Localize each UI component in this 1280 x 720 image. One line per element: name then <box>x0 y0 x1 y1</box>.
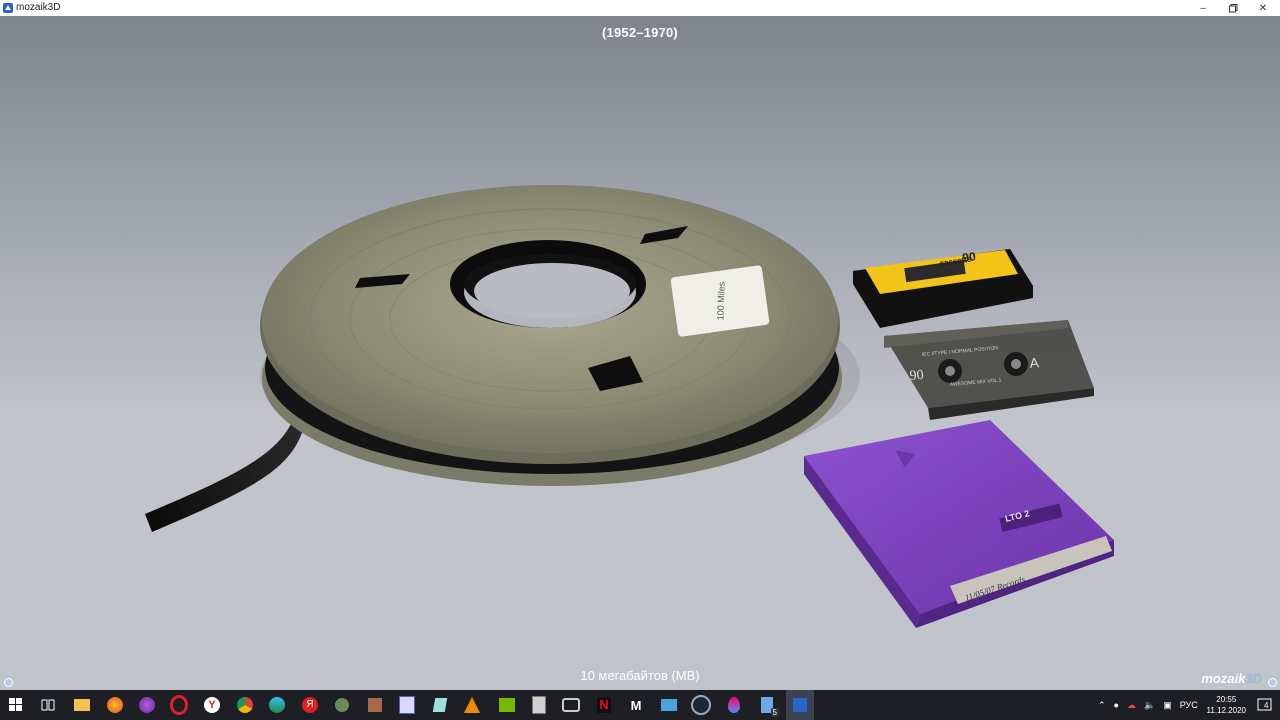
system-tray: ⌃ ● ☁ 🔈 ▣ РУС <box>1098 690 1198 720</box>
mozaik-taskbar-icon <box>793 698 807 712</box>
yandex-browser-icon: Я <box>302 697 318 713</box>
app-drop-icon <box>728 697 740 713</box>
prev-nav-dot[interactable] <box>4 678 13 687</box>
brand-text: mozaik <box>1201 671 1246 686</box>
scene-canvas: 100 Miles cassette 90 90 A IEC I/TYPE I … <box>145 185 1114 628</box>
app-icon-4 <box>432 698 448 712</box>
opera-icon <box>170 695 188 715</box>
taskbar-nvidia[interactable] <box>497 695 517 715</box>
reel-label-text: 100 Miles <box>715 281 726 320</box>
window-titlebar: mozaik3D – ✕ <box>0 0 1280 17</box>
taskbar-vlc[interactable] <box>462 695 482 715</box>
task-view-icon <box>41 699 55 711</box>
taskbar-badge: 5 <box>770 708 779 717</box>
taskbar-firefox[interactable] <box>105 695 125 715</box>
taskbar-app-m[interactable]: M <box>626 695 646 715</box>
taskbar-calculator[interactable] <box>529 695 549 715</box>
app-m-icon: M <box>630 697 642 713</box>
taskbar-camera[interactable] <box>561 695 581 715</box>
calculator-icon <box>532 696 546 714</box>
minimize-button[interactable]: – <box>1188 0 1218 16</box>
edge-icon <box>269 697 285 713</box>
windows-start-icon <box>9 698 22 711</box>
taskbar-app-4[interactable] <box>430 695 450 715</box>
close-button[interactable]: ✕ <box>1248 0 1278 16</box>
firefox-icon <box>107 697 123 713</box>
netflix-icon: N <box>597 697 611 713</box>
taskbar-yandex[interactable]: Y <box>202 695 222 715</box>
app-icon-2 <box>368 698 382 712</box>
steam-icon <box>691 695 711 715</box>
taskbar-app-2[interactable] <box>365 695 385 715</box>
taskbar-app[interactable] <box>332 695 352 715</box>
taskbar-browser[interactable] <box>137 695 157 715</box>
notification-center-button[interactable]: 4 <box>1256 696 1274 714</box>
app-icon <box>335 698 349 712</box>
maximize-button[interactable] <box>1218 0 1248 16</box>
taskbar-opera[interactable] <box>169 695 189 715</box>
capacity-caption: 10 мегабайтов (MB) <box>580 668 700 683</box>
maximize-icon <box>1228 3 1237 12</box>
close-icon: ✕ <box>1258 2 1268 14</box>
taskbar-steam[interactable] <box>691 695 711 715</box>
tape-reel: 100 Miles <box>260 185 842 486</box>
lto-cartridge: 11/05/07 Records LTO 2 <box>804 420 1114 628</box>
windows-taskbar: Y Я N M 5 ⌃ ● ☁ 🔈 ▣ РУС 20:55 11.12.2020… <box>0 690 1280 720</box>
minimize-icon: – <box>1200 2 1206 14</box>
microphone-icon[interactable]: ● <box>1114 700 1119 710</box>
taskbar-app-drop[interactable] <box>724 695 744 715</box>
taskbar-netflix[interactable]: N <box>594 695 614 715</box>
browser-icon <box>139 697 155 713</box>
scene-viewport[interactable]: (1952–1970) 100 Miles cassette 90 90 A I… <box>0 16 1280 690</box>
taskbar-mozaik[interactable] <box>786 690 814 720</box>
network-icon[interactable]: ▣ <box>1163 700 1172 711</box>
notification-count: 4 <box>1264 701 1269 710</box>
chrome-icon <box>237 697 253 713</box>
taskbar-chrome[interactable] <box>235 695 255 715</box>
window-title: mozaik3D <box>16 2 61 13</box>
cloud-icon[interactable]: ☁ <box>1127 700 1136 711</box>
brand-accent: 3D <box>1245 671 1262 686</box>
file-explorer-icon <box>74 699 90 711</box>
language-indicator[interactable]: РУС <box>1180 700 1198 710</box>
next-nav-dot[interactable] <box>1268 678 1277 687</box>
system-clock[interactable]: 20:55 11.12.2020 <box>1207 694 1246 716</box>
nvidia-icon <box>499 698 515 712</box>
vlc-icon <box>464 697 480 713</box>
clock-date: 11.12.2020 <box>1206 706 1246 715</box>
cassette1-number: 90 <box>961 249 976 265</box>
mozaik-app-icon <box>3 3 13 13</box>
taskbar-file-explorer[interactable] <box>72 695 92 715</box>
yandex-icon: Y <box>204 697 220 713</box>
taskbar-app-6[interactable]: 5 <box>757 695 779 717</box>
windows-start-button[interactable] <box>6 695 26 715</box>
taskbar-yandex-browser[interactable]: Я <box>300 695 320 715</box>
speaker-icon[interactable]: 🔈 <box>1144 700 1155 711</box>
app-icon-5 <box>661 699 677 711</box>
taskbar-app-3[interactable] <box>397 695 417 715</box>
app-icon-3 <box>399 696 415 714</box>
mozaik-logo: mozaik3D <box>1201 671 1262 686</box>
taskbar-app-5[interactable] <box>659 695 679 715</box>
clock-time: 20:55 <box>1216 695 1237 704</box>
cassette-clear: 90 A IEC I/TYPE I NORMAL POSITION AWESOM… <box>884 320 1094 420</box>
camera-icon <box>562 698 580 712</box>
task-view-button[interactable] <box>38 695 58 715</box>
taskbar-edge[interactable] <box>267 695 287 715</box>
chevron-up-icon[interactable]: ⌃ <box>1098 700 1106 711</box>
cassette-yellow: cassette 90 <box>853 249 1033 328</box>
cassette2-number: 90 <box>909 368 924 384</box>
